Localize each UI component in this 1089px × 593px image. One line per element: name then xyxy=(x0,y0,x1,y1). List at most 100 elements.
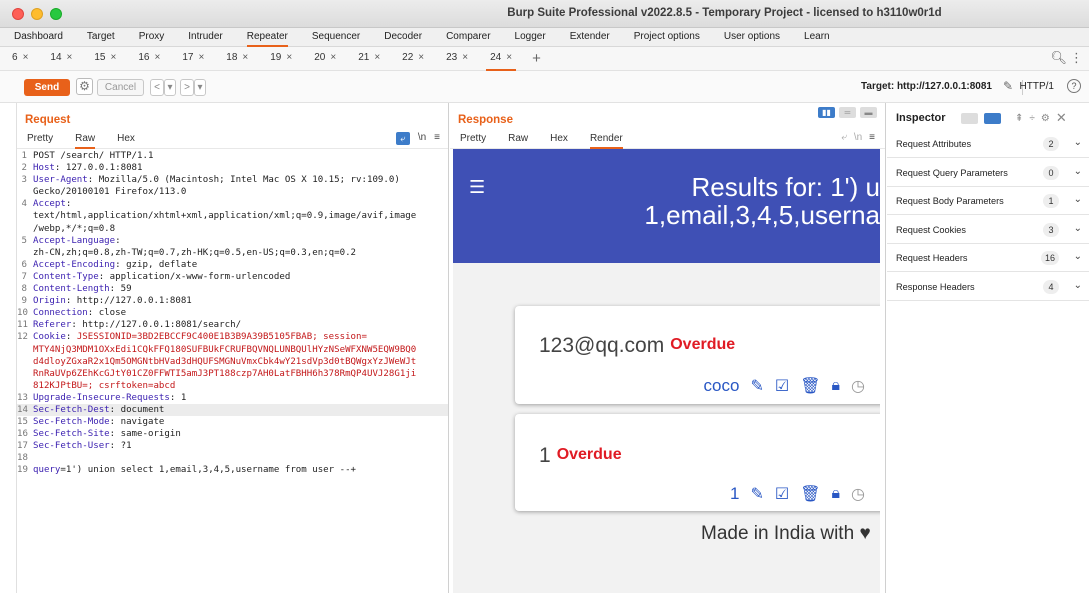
edit-icon[interactable]: ✎ xyxy=(750,376,763,396)
inspector-section-request-headers[interactable]: Request Headers 16 ⌄ xyxy=(887,244,1089,272)
chevron-down-icon[interactable]: ⌄ xyxy=(1074,223,1082,234)
layout-stacked-icon[interactable]: ═ xyxy=(839,107,856,118)
lock-icon[interactable]: 🔒︎ xyxy=(832,377,841,395)
newline-toggle[interactable]: \n xyxy=(854,132,862,143)
inspector-section-request-body-parameters[interactable]: Request Body Parameters 1 ⌄ xyxy=(887,187,1089,215)
edit-target-icon[interactable]: ✎ xyxy=(1003,79,1013,93)
collapse-all-icon[interactable]: ÷ xyxy=(1029,113,1035,124)
cancel-button[interactable]: Cancel xyxy=(97,79,144,96)
delete-icon[interactable]: 🗑︎ xyxy=(800,484,820,504)
layout-side-by-side-icon[interactable]: ▮▮ xyxy=(818,107,835,118)
layout-toggle: ▮▮ ═ ▬ xyxy=(818,107,877,118)
help-icon[interactable]: ? xyxy=(1067,79,1081,93)
line-content: Content-Type: application/x-www-form-url… xyxy=(33,271,290,283)
back-button[interactable]: < xyxy=(150,79,164,96)
new-tab-icon[interactable]: + xyxy=(532,50,541,67)
repeater-tab[interactable]: 22 × xyxy=(398,47,428,71)
hamburger-menu-icon[interactable]: ≡ xyxy=(869,132,875,143)
word-wrap-icon[interactable]: ⤶ xyxy=(841,132,847,143)
more-options-icon[interactable]: ⋮ xyxy=(1070,50,1083,66)
close-tab-icon[interactable]: × xyxy=(242,52,248,63)
chevron-down-icon[interactable]: ⌄ xyxy=(1074,280,1082,291)
close-tab-icon[interactable]: × xyxy=(198,52,204,63)
check-icon[interactable]: ☑ xyxy=(775,376,789,396)
send-button[interactable]: Send xyxy=(24,79,70,96)
menu-icon[interactable]: ☰ xyxy=(469,177,485,198)
inspector-layout-icon[interactable] xyxy=(961,112,978,124)
line-number xyxy=(17,210,33,222)
repeater-tab[interactable]: 18 × xyxy=(222,47,252,71)
main-tab-proxy[interactable]: Proxy xyxy=(139,28,165,47)
repeater-tab[interactable]: 21 × xyxy=(354,47,384,71)
close-tab-icon[interactable]: × xyxy=(330,52,336,63)
main-tab-decoder[interactable]: Decoder xyxy=(384,28,422,47)
main-tab-logger[interactable]: Logger xyxy=(515,28,546,47)
delete-icon[interactable]: 🗑︎ xyxy=(800,376,820,396)
layout-single-icon[interactable]: ▬ xyxy=(860,107,877,118)
forward-history-dropdown[interactable]: ▾ xyxy=(194,79,206,96)
close-inspector-icon[interactable]: ✕ xyxy=(1056,110,1067,126)
close-tab-icon[interactable]: × xyxy=(418,52,424,63)
chevron-down-icon[interactable]: ⌄ xyxy=(1074,194,1082,205)
request-tab-hex[interactable]: Hex xyxy=(117,131,135,149)
header-name: Connection xyxy=(33,308,88,319)
main-tab-extender[interactable]: Extender xyxy=(570,28,610,47)
inspector-section-response-headers[interactable]: Response Headers 4 ⌄ xyxy=(887,273,1089,301)
clock-icon[interactable]: ◷ xyxy=(851,484,865,504)
chevron-down-icon[interactable]: ⌄ xyxy=(1074,166,1082,177)
response-tab-raw[interactable]: Raw xyxy=(508,131,528,149)
main-tab-user-options[interactable]: User options xyxy=(724,28,780,47)
close-tab-icon[interactable]: × xyxy=(374,52,380,63)
inspector-layout-active-icon[interactable] xyxy=(984,112,1001,124)
lock-icon[interactable]: 🔒︎ xyxy=(832,485,841,503)
main-tab-sequencer[interactable]: Sequencer xyxy=(312,28,360,47)
request-tab-raw[interactable]: Raw xyxy=(75,131,96,149)
repeater-tab[interactable]: 6 × xyxy=(8,47,32,71)
clock-icon[interactable]: ◷ xyxy=(851,376,865,396)
main-tab-comparer[interactable]: Comparer xyxy=(446,28,490,47)
chevron-down-icon[interactable]: ⌄ xyxy=(1074,137,1082,148)
chevron-down-icon[interactable]: ⌄ xyxy=(1074,251,1082,262)
inspector-settings-icon[interactable]: ⚙ xyxy=(1041,113,1050,124)
close-tab-icon[interactable]: × xyxy=(67,52,73,63)
newline-toggle[interactable]: \n xyxy=(418,132,426,145)
repeater-tab[interactable]: 24 × xyxy=(486,47,517,71)
close-tab-icon[interactable]: × xyxy=(286,52,292,63)
hamburger-menu-icon[interactable]: ≡ xyxy=(434,132,440,145)
main-tab-intruder[interactable]: Intruder xyxy=(188,28,222,47)
main-tab-learn[interactable]: Learn xyxy=(804,28,830,47)
edit-icon[interactable]: ✎ xyxy=(750,484,763,504)
close-tab-icon[interactable]: × xyxy=(506,52,512,63)
word-wrap-icon[interactable]: ⤶ xyxy=(395,132,410,145)
inspector-section-request-query-parameters[interactable]: Request Query Parameters 0 ⌄ xyxy=(887,159,1089,187)
main-tab-dashboard[interactable]: Dashboard xyxy=(14,28,63,47)
close-tab-icon[interactable]: × xyxy=(23,52,29,63)
close-tab-icon[interactable]: × xyxy=(462,52,468,63)
request-tab-pretty[interactable]: Pretty xyxy=(27,131,53,149)
search-icon[interactable]: 🔍︎ xyxy=(1050,50,1067,66)
repeater-tab[interactable]: 19 × xyxy=(266,47,296,71)
check-icon[interactable]: ☑ xyxy=(775,484,789,504)
repeater-tab[interactable]: 17 × xyxy=(178,47,208,71)
response-tab-render[interactable]: Render xyxy=(589,131,623,149)
repeater-tab[interactable]: 16 × xyxy=(134,47,164,71)
main-tab-target[interactable]: Target xyxy=(87,28,115,47)
response-tab-hex[interactable]: Hex xyxy=(550,131,568,149)
inspector-section-request-attributes[interactable]: Request Attributes 2 ⌄ xyxy=(887,130,1089,158)
main-tab-repeater[interactable]: Repeater xyxy=(246,28,288,47)
repeater-tab[interactable]: 20 × xyxy=(310,47,340,71)
repeater-tab[interactable]: 15 × xyxy=(90,47,120,71)
request-editor[interactable]: 1 POST /search/ HTTP/1.1 2 Host: 127.0.0.1:… xyxy=(17,150,448,477)
repeater-tab[interactable]: 14 × xyxy=(46,47,76,71)
close-tab-icon[interactable]: × xyxy=(154,52,160,63)
main-tab-project-options[interactable]: Project options xyxy=(634,28,700,47)
http-version-selector[interactable]: HTTP/1 xyxy=(1020,81,1054,92)
back-history-dropdown[interactable]: ▾ xyxy=(164,79,176,96)
repeater-tab[interactable]: 23 × xyxy=(442,47,472,71)
settings-gear-button[interactable]: ⚙ xyxy=(76,78,93,95)
expand-all-icon[interactable]: ⇞ xyxy=(1015,113,1023,124)
inspector-section-request-cookies[interactable]: Request Cookies 3 ⌄ xyxy=(887,216,1089,244)
response-tab-pretty[interactable]: Pretty xyxy=(460,131,486,149)
close-tab-icon[interactable]: × xyxy=(111,52,117,63)
forward-button[interactable]: > xyxy=(180,79,194,96)
